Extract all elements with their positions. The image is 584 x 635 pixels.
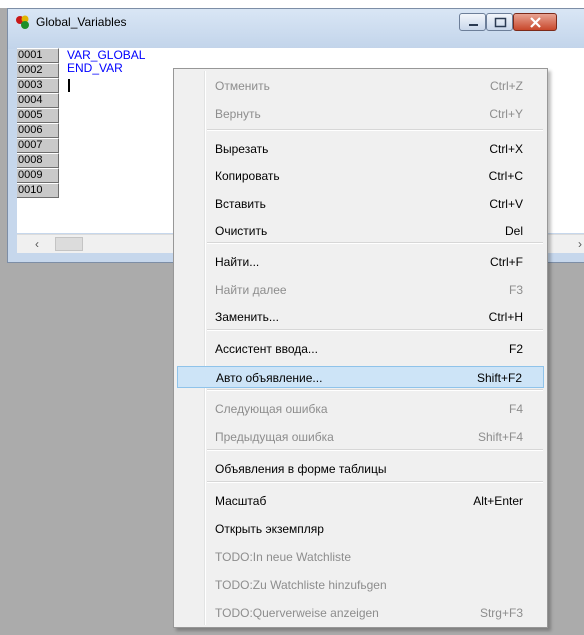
menu-item-shortcut: F2: [508, 342, 523, 356]
menu-separator: [207, 242, 543, 244]
menu-item[interactable]: Вырезать Ctrl+X: [177, 138, 544, 160]
menu-item-label: Очистить: [215, 224, 268, 238]
minimize-icon: [469, 24, 478, 26]
minimize-button[interactable]: [459, 13, 486, 31]
menu-item-label: Вставить: [215, 197, 266, 211]
menu-item-shortcut: Shift+F2: [476, 371, 522, 385]
menu-item[interactable]: TODO:Zu Watchliste hinzufьgen: [177, 574, 544, 596]
code-area[interactable]: VAR_GLOBAL END_VAR: [67, 49, 145, 75]
menu-item-shortcut: Ctrl+H: [488, 310, 523, 324]
menu-item[interactable]: Авто объявление... Shift+F2: [177, 366, 544, 388]
menu-item-label: Ассистент ввода...: [215, 342, 318, 356]
top-strip: [0, 0, 584, 8]
menu-item[interactable]: Масштаб Alt+Enter: [177, 490, 544, 512]
menu-item-shortcut: Strg+F3: [479, 606, 523, 620]
maximize-icon: [494, 17, 507, 28]
line-number: 0001: [17, 48, 59, 63]
line-number: 0005: [17, 108, 59, 123]
menu-item-label: TODO:Querverweise anzeigen: [215, 606, 379, 620]
menu-item-shortcut: Del: [504, 224, 523, 238]
menu-separator: [207, 329, 543, 331]
menu-item-label: Копировать: [215, 169, 280, 183]
code-line[interactable]: END_VAR: [67, 62, 145, 75]
menu-item[interactable]: Объявления в форме таблицы: [177, 458, 544, 480]
context-menu: Отменить Ctrl+Z Вернуть Ctrl+Y Вырезать Ctrl+…: [173, 68, 548, 628]
line-number: 0002: [17, 63, 59, 78]
menu-item-label: Масштаб: [215, 494, 267, 508]
title-bar[interactable]: Global_Variables: [8, 9, 584, 49]
menu-item-label: Предыдущая ошибка: [215, 430, 334, 444]
menu-item[interactable]: TODO:In neue Watchliste: [177, 546, 544, 568]
line-number: 0010: [17, 183, 59, 198]
scrollbar-thumb[interactable]: [55, 237, 83, 251]
menu-item[interactable]: Заменить... Ctrl+H: [177, 306, 544, 328]
menu-item[interactable]: Открыть экземпляр: [177, 518, 544, 540]
menu-item-label: Авто объявление...: [216, 371, 323, 385]
line-number-gutter: 0001 0002 0003 0004 0005 0006 0007 0008 0009 0010: [17, 48, 61, 198]
menu-item-shortcut: Ctrl+Y: [489, 107, 523, 121]
menu-item-shortcut: Ctrl+Z: [490, 79, 523, 93]
menu-item-label: Вырезать: [215, 142, 269, 156]
menu-separator: [207, 129, 543, 131]
menu-item[interactable]: Найти далее F3: [177, 279, 544, 301]
menu-item-label: Вернуть: [215, 107, 261, 121]
close-button[interactable]: [513, 13, 557, 31]
menu-item-label: Следующая ошибка: [215, 402, 328, 416]
menu-item[interactable]: TODO:Querverweise anzeigen Strg+F3: [177, 602, 544, 624]
scroll-right-icon[interactable]: ›: [578, 237, 582, 251]
close-icon: [530, 17, 541, 28]
menu-item-label: TODO:In neue Watchliste: [215, 550, 352, 564]
line-number: 0003: [17, 78, 59, 93]
menu-item[interactable]: Следующая ошибка F4: [177, 398, 544, 420]
menu-item-label: Объявления в форме таблицы: [215, 462, 387, 476]
line-number: 0008: [17, 153, 59, 168]
menu-item-label: Отменить: [215, 79, 270, 93]
window-title: Global_Variables: [36, 15, 127, 29]
text-caret: [68, 79, 70, 92]
line-number: 0007: [17, 138, 59, 153]
menu-item-shortcut: Ctrl+V: [489, 197, 523, 211]
menu-item[interactable]: Ассистент ввода... F2: [177, 338, 544, 360]
app-icon: [16, 15, 29, 29]
menu-item-label: Найти...: [215, 255, 260, 269]
menu-item-label: Заменить...: [215, 310, 279, 324]
menu-item-shortcut: Shift+F4: [477, 430, 523, 444]
menu-separator: [207, 389, 543, 391]
menu-item[interactable]: Копировать Ctrl+C: [177, 165, 544, 187]
menu-item-shortcut: Ctrl+C: [488, 169, 523, 183]
menu-item-shortcut: Ctrl+X: [489, 142, 523, 156]
menu-item[interactable]: Вернуть Ctrl+Y: [177, 103, 544, 125]
menu-item-shortcut: Alt+Enter: [473, 494, 523, 508]
line-number: 0009: [17, 168, 59, 183]
menu-item[interactable]: Отменить Ctrl+Z: [177, 75, 544, 97]
menu-item[interactable]: Предыдущая ошибка Shift+F4: [177, 426, 544, 448]
menu-item[interactable]: Очистить Del: [177, 220, 544, 242]
menu-item-shortcut: F4: [508, 402, 523, 416]
maximize-button[interactable]: [486, 13, 513, 31]
line-number: 0004: [17, 93, 59, 108]
menu-item-label: TODO:Zu Watchliste hinzufьgen: [215, 578, 387, 592]
menu-separator: [207, 449, 543, 451]
line-number: 0006: [17, 123, 59, 138]
menu-item[interactable]: Найти... Ctrl+F: [177, 251, 544, 273]
menu-item[interactable]: Вставить Ctrl+V: [177, 193, 544, 215]
menu-item-label: Открыть экземпляр: [215, 522, 324, 536]
menu-item-shortcut: Ctrl+F: [490, 255, 523, 269]
menu-item-shortcut: F3: [508, 283, 523, 297]
menu-separator: [207, 481, 543, 483]
scroll-left-icon[interactable]: ‹: [35, 237, 39, 251]
menu-item-label: Найти далее: [215, 283, 287, 297]
